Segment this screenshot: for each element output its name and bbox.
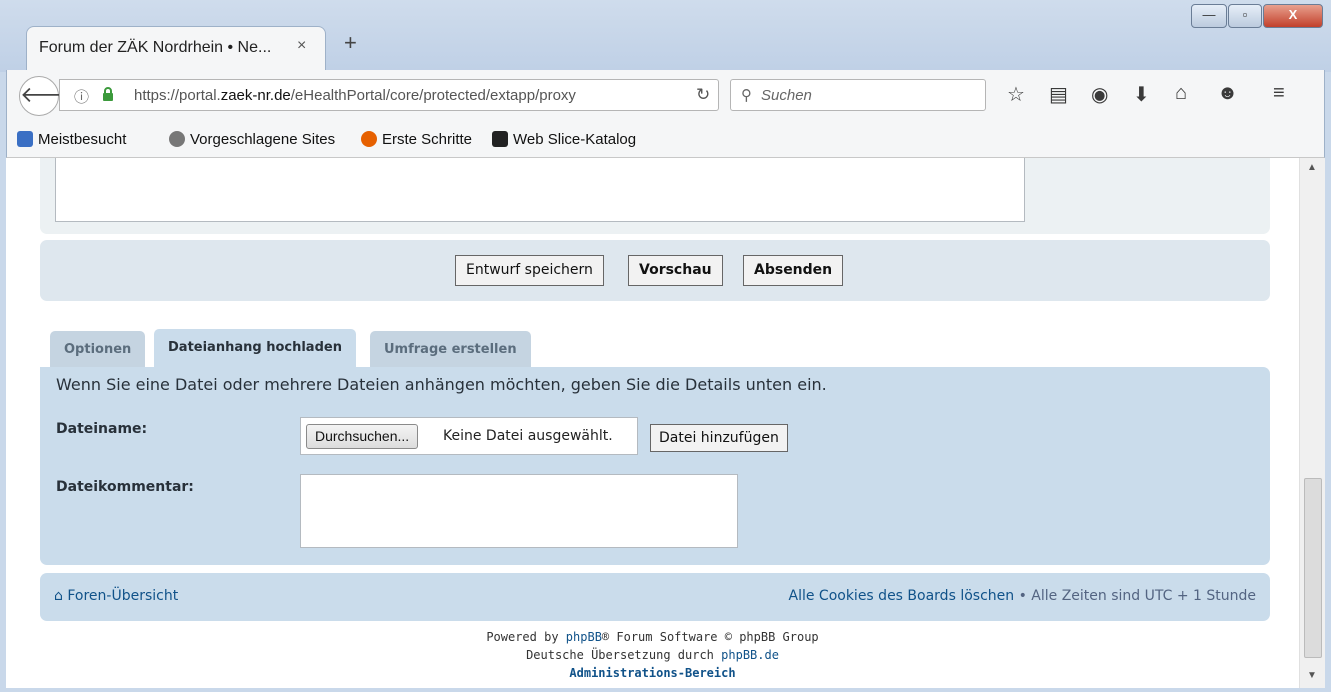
firefox-icon — [361, 131, 377, 147]
tab-title: Forum der ZÄK Nordrhein • Ne... — [39, 39, 272, 56]
maximize-button[interactable]: ▫ — [1228, 4, 1262, 28]
browser-tab[interactable]: Forum der ZÄK Nordrhein • Ne... × — [26, 26, 326, 70]
close-window-button[interactable]: X — [1263, 4, 1323, 28]
file-comment-textarea[interactable] — [300, 474, 738, 548]
lock-icon — [103, 87, 113, 101]
bookmark-meistbesucht[interactable]: Meistbesucht — [17, 131, 126, 148]
bookmark-star-icon[interactable]: ☆ — [1007, 82, 1025, 107]
title-bar: Forum der ZÄK Nordrhein • Ne... × + — ▫ … — [0, 0, 1331, 72]
home-icon[interactable]: ⌂ — [1175, 82, 1187, 105]
new-tab-button[interactable]: + — [344, 30, 357, 56]
message-textarea[interactable] — [55, 158, 1025, 222]
file-input[interactable]: Durchsuchen... Keine Datei ausgewählt. — [300, 417, 638, 455]
bookmark-erste-schritte[interactable]: Erste Schritte — [361, 131, 472, 148]
reload-icon[interactable]: ↻ — [696, 85, 710, 105]
file-comment-label: Dateikommentar: — [56, 479, 194, 495]
no-file-text: Keine Datei ausgewählt. — [443, 428, 613, 444]
tab-create-poll[interactable]: Umfrage erstellen — [370, 331, 531, 367]
pocket-icon[interactable]: ◉ — [1091, 82, 1108, 107]
filename-label: Dateiname: — [56, 421, 148, 437]
chat-icon[interactable]: ☻ — [1217, 82, 1238, 105]
bookmarks-list-icon[interactable]: ▤ — [1049, 82, 1068, 107]
footer-right: Alle Cookies des Boards löschen • Alle Z… — [788, 588, 1257, 604]
navigation-toolbar: 🡐 ⓘ https://portal.zaek-nr.de/eHealthPor… — [6, 70, 1325, 122]
search-placeholder: Suchen — [761, 87, 812, 104]
scrollbar-thumb[interactable] — [1304, 478, 1322, 658]
save-draft-button[interactable]: Entwurf speichern — [455, 255, 604, 286]
menu-icon[interactable]: ≡ — [1273, 82, 1285, 105]
search-bookmark-icon — [17, 131, 33, 147]
home-outline-icon: ⌂ — [54, 588, 68, 604]
address-bar[interactable]: ⓘ https://portal.zaek-nr.de/eHealthPorta… — [59, 79, 719, 111]
delete-cookies-link[interactable]: Alle Cookies des Boards löschen — [789, 588, 1015, 604]
scroll-up-icon[interactable]: ▲ — [1307, 162, 1317, 173]
bookmarks-toolbar: Meistbesucht Vorgeschlagene Sites Erste … — [6, 122, 1325, 158]
attachment-info-text: Wenn Sie eine Datei oder mehrere Dateien… — [56, 375, 827, 394]
bookmark-vorgeschlagene-sites[interactable]: Vorgeschlagene Sites — [169, 131, 335, 148]
copyright: Powered by phpBB® Forum Software © phpBB… — [486, 630, 819, 680]
vertical-scrollbar[interactable]: ▲ ▼ — [1299, 158, 1325, 688]
browser-window: Forum der ZÄK Nordrhein • Ne... × + — ▫ … — [0, 0, 1331, 692]
phpbb-de-link[interactable]: phpBB.de — [721, 648, 779, 662]
webslice-icon — [492, 131, 508, 147]
search-bar[interactable]: ⚲ Suchen — [730, 79, 986, 111]
search-icon: ⚲ — [741, 87, 752, 104]
preview-button[interactable]: Vorschau — [628, 255, 723, 286]
phpbb-link[interactable]: phpBB — [566, 630, 602, 644]
minimize-button[interactable]: — — [1191, 4, 1227, 28]
tab-attachment-upload[interactable]: Dateianhang hochladen — [154, 329, 356, 367]
tab-close-icon[interactable]: × — [297, 37, 306, 55]
info-icon[interactable]: ⓘ — [74, 86, 89, 107]
download-icon[interactable]: ⬇ — [1133, 82, 1150, 107]
scroll-down-icon[interactable]: ▼ — [1307, 670, 1317, 681]
page-content: Entwurf speichern Vorschau Absenden Opti… — [6, 158, 1299, 688]
attachment-panel: Wenn Sie eine Datei oder mehrere Dateien… — [40, 367, 1270, 565]
bookmark-web-slice-katalog[interactable]: Web Slice-Katalog — [492, 131, 636, 148]
submit-button[interactable]: Absenden — [743, 255, 844, 286]
admin-panel-link[interactable]: Administrations-Bereich — [569, 666, 735, 680]
submit-buttons-panel: Entwurf speichern Vorschau Absenden — [40, 240, 1270, 301]
timezone-text: Alle Zeiten sind UTC + 1 Stunde — [1031, 588, 1256, 604]
tab-options[interactable]: Optionen — [50, 331, 146, 367]
footer-nav: ⌂ Foren-Übersicht Alle Cookies des Board… — [40, 573, 1270, 621]
browse-button[interactable]: Durchsuchen... — [306, 424, 419, 449]
back-button[interactable]: 🡐 — [19, 76, 79, 116]
globe-icon — [169, 131, 185, 147]
board-index-link[interactable]: ⌂ Foren-Übersicht — [54, 588, 178, 604]
add-file-button[interactable]: Datei hinzufügen — [650, 424, 788, 452]
url-text: https://portal.zaek-nr.de/eHealthPortal/… — [134, 87, 576, 104]
